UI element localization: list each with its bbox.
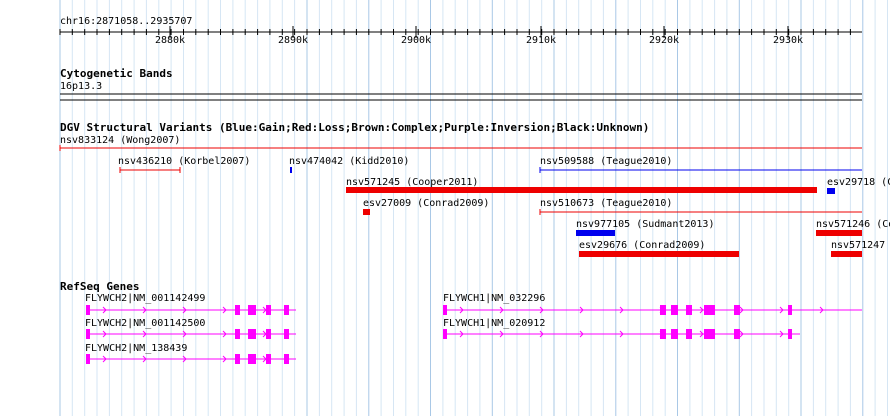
gene-exon xyxy=(86,354,90,364)
gene-exon xyxy=(704,329,715,339)
variant-label[interactable]: esv29718 (Co xyxy=(827,177,890,188)
variant-label[interactable]: esv27009 (Conrad2009) xyxy=(363,198,489,209)
gene-exon xyxy=(248,354,256,364)
gene-exon xyxy=(266,329,271,339)
gene-exon xyxy=(443,305,447,315)
ruler-tick-label: 2890k xyxy=(277,35,309,46)
gene-exon xyxy=(704,305,715,315)
gene-exon xyxy=(686,305,692,315)
gene-exon xyxy=(284,305,289,315)
gene-exon xyxy=(788,305,792,315)
cytoband-track-title: Cytogenetic Bands xyxy=(60,67,173,80)
variant-label[interactable]: esv29676 (Conrad2009) xyxy=(579,240,705,251)
ruler-tick-label: 2930k xyxy=(772,35,804,46)
gene-exon xyxy=(443,329,447,339)
ruler-tick-label: 2880k xyxy=(154,35,186,46)
variant-label[interactable]: nsv436210 (Korbel2007) xyxy=(118,156,250,167)
dgv-track-title: DGV Structural Variants (Blue:Gain;Red:L… xyxy=(60,121,650,134)
variant-label[interactable]: nsv977105 (Sudmant2013) xyxy=(576,219,714,230)
variant-box xyxy=(816,230,862,236)
gene-exon xyxy=(248,305,256,315)
gene-exon xyxy=(235,305,240,315)
ruler-tick-label: 2900k xyxy=(400,35,432,46)
gene-exon xyxy=(266,305,271,315)
gene-exon xyxy=(284,329,289,339)
genome-browser-panel: chr16:2871058..2935707 2880k 2890k 2900k… xyxy=(0,0,890,416)
variant-box xyxy=(831,251,862,257)
gene-exon xyxy=(248,329,256,339)
gene-exon xyxy=(266,354,271,364)
gene-exon xyxy=(686,329,692,339)
gene-exon xyxy=(660,329,666,339)
variant-box xyxy=(827,188,835,194)
variant-box xyxy=(579,251,739,257)
gene-exon xyxy=(671,329,678,339)
variant-label[interactable]: nsv510673 (Teague2010) xyxy=(540,198,672,209)
gene-exon xyxy=(235,354,240,364)
variant-label[interactable]: nsv474042 (Kidd2010) xyxy=(289,156,409,167)
gene-exon xyxy=(86,329,90,339)
gene-label[interactable]: FLYWCH2|NM_001142500 xyxy=(85,318,205,329)
variant-label[interactable]: nsv509588 (Teague2010) xyxy=(540,156,672,167)
ruler-tick-label: 2910k xyxy=(525,35,557,46)
gene-exon xyxy=(734,329,740,339)
variant-label[interactable]: nsv833124 (Wong2007) xyxy=(60,135,180,146)
gene-label[interactable]: FLYWCH2|NM_138439 xyxy=(85,343,187,354)
ruler-tick-label: 2920k xyxy=(648,35,680,46)
variant-label[interactable]: nsv571246 (Co xyxy=(816,219,890,230)
variant-box xyxy=(576,230,615,236)
gene-exon xyxy=(284,354,289,364)
gene-label[interactable]: FLYWCH2|NM_001142499 xyxy=(85,293,205,304)
gene-exon xyxy=(86,305,90,315)
variant-label[interactable]: nsv571245 (Cooper2011) xyxy=(346,177,478,188)
gene-exon xyxy=(788,329,792,339)
gene-label[interactable]: FLYWCH1|NM_020912 xyxy=(443,318,545,329)
gene-exon xyxy=(660,305,666,315)
gene-exon xyxy=(235,329,240,339)
cytoband-label: 16p13.3 xyxy=(60,81,103,92)
gene-label[interactable]: FLYWCH1|NM_032296 xyxy=(443,293,545,304)
variant-label[interactable]: nsv571247 xyxy=(831,240,885,251)
gene-exon xyxy=(671,305,678,315)
ruler-position-label: chr16:2871058..2935707 xyxy=(60,16,193,27)
variant-box xyxy=(363,209,370,215)
variant-box xyxy=(290,167,292,173)
gene-exon xyxy=(734,305,740,315)
refseq-track-title: RefSeq Genes xyxy=(60,280,140,293)
